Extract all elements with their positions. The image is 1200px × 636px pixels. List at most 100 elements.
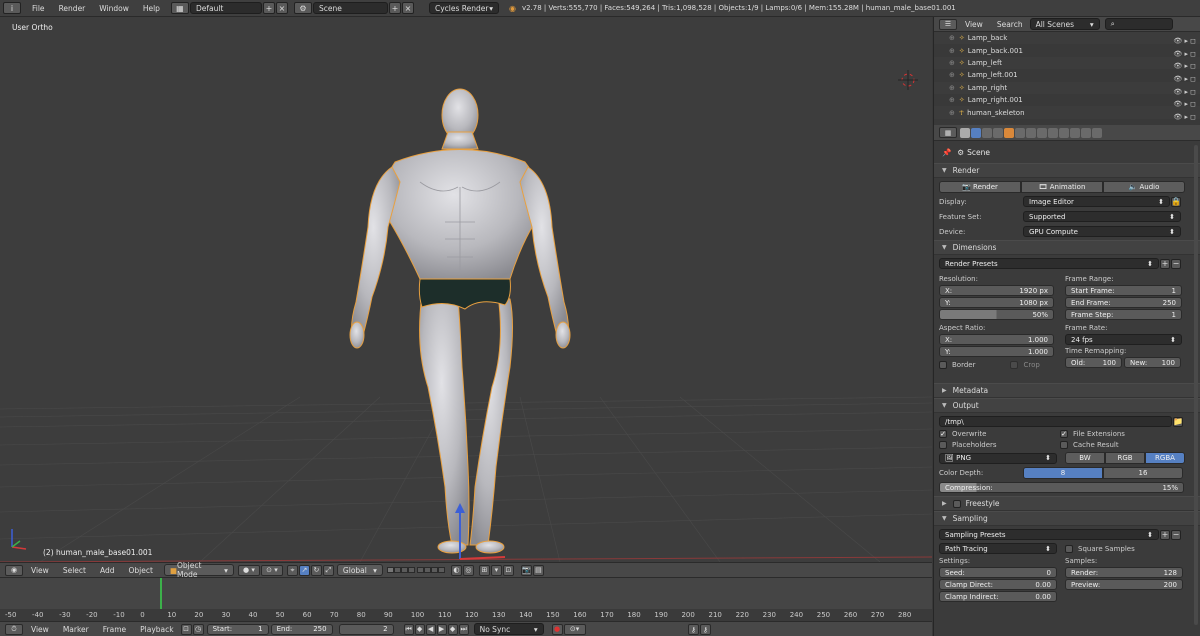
snap-target-icon[interactable]: ⊡ <box>502 564 514 576</box>
tab-bone-icon[interactable] <box>1048 127 1058 138</box>
lock-layers-icon[interactable]: ◐ <box>450 564 462 576</box>
layer-button[interactable] <box>386 567 394 573</box>
play-icon[interactable]: ▶ <box>436 623 447 635</box>
menu-object[interactable]: Object <box>128 566 152 575</box>
orientation-select[interactable]: Global ▾ <box>336 564 383 576</box>
end-frame-field[interactable]: End: 250 <box>270 623 333 635</box>
visibility-icon[interactable]: 👁 ▸ ◻ <box>1156 37 1196 45</box>
menu-view[interactable]: View <box>31 566 49 575</box>
translate-icon[interactable]: ↗ <box>298 564 310 576</box>
render-presets-select[interactable]: Render Presets ⬍ <box>939 258 1159 269</box>
x-axis-manipulator[interactable] <box>459 556 506 560</box>
preset-add-icon[interactable]: + <box>1160 529 1170 540</box>
panel-sampling-header[interactable]: ▼ Sampling <box>934 511 1200 526</box>
timeline-editor-icon[interactable]: ⏱ <box>5 623 23 635</box>
preset-remove-icon[interactable]: − <box>1171 258 1181 269</box>
compression-slider[interactable]: Compression: 15% <box>939 482 1184 493</box>
jump-start-icon[interactable]: ⏮ <box>403 623 414 635</box>
overwrite-checkbox[interactable]: ✓ <box>939 430 947 438</box>
depth-16-button[interactable]: 16 <box>1103 467 1183 479</box>
resolution-y-field[interactable]: Y: 1080 px <box>939 297 1054 308</box>
expand-icon[interactable]: ⊕ <box>949 34 955 42</box>
expand-icon[interactable]: ⊕ <box>949 109 955 117</box>
expand-icon[interactable]: ⊕ <box>949 71 955 79</box>
scene-select[interactable]: Scene <box>312 2 388 14</box>
visibility-icon[interactable]: 👁 ▸ ◻ <box>1156 75 1196 83</box>
jump-end-icon[interactable]: ⏭ <box>458 623 469 635</box>
layer-buttons[interactable] <box>386 567 445 573</box>
record-icon[interactable]: ● <box>551 623 563 635</box>
clamp-indirect-field[interactable]: Clamp Indirect: 0.00 <box>939 591 1057 602</box>
lock-icon[interactable]: 🔒 <box>1171 196 1181 207</box>
aspect-x-field[interactable]: X: 1.000 <box>939 334 1054 345</box>
sync-select[interactable]: No Sync ▾ <box>473 623 544 635</box>
depth-8-button[interactable]: 8 <box>1023 467 1103 479</box>
preset-remove-icon[interactable]: − <box>1171 529 1181 540</box>
feature-set-select[interactable]: Supported ⬍ <box>1023 211 1181 222</box>
visibility-icon[interactable]: 👁 ▸ ◻ <box>1156 62 1196 70</box>
jump-keyframe-fwd-icon[interactable]: ◆ <box>447 623 458 635</box>
output-path-input[interactable]: /tmp\ <box>939 416 1172 427</box>
panel-freestyle-header[interactable]: ▶ Freestyle <box>934 496 1200 511</box>
timeline-track[interactable] <box>0 578 932 609</box>
color-rgba-button[interactable]: RGBA <box>1145 452 1185 464</box>
tab-world-icon[interactable] <box>993 127 1003 138</box>
layout-remove-icon[interactable]: × <box>275 2 288 14</box>
jump-keyframe-back-icon[interactable]: ◆ <box>414 623 425 635</box>
panel-render-header[interactable]: ▼ Render <box>934 163 1200 178</box>
render-preview-icon[interactable]: 📷 <box>520 564 532 576</box>
square-samples-checkbox[interactable] <box>1065 544 1073 553</box>
layout-add-icon[interactable]: + <box>262 2 275 14</box>
menu-frame[interactable]: Frame <box>103 625 126 634</box>
sampling-presets-select[interactable]: Sampling Presets ⬍ <box>939 529 1159 540</box>
aspect-y-field[interactable]: Y: 1.000 <box>939 346 1054 357</box>
panel-output-header[interactable]: ▼ Output <box>934 398 1200 413</box>
panel-dimensions-header[interactable]: ▼ Dimensions <box>934 240 1200 255</box>
visibility-icon[interactable]: 👁 ▸ ◻ <box>1156 113 1196 121</box>
play-reverse-icon[interactable]: ◀ <box>425 623 436 635</box>
shading-select[interactable]: ● ▾ <box>237 564 260 576</box>
current-frame-field[interactable]: 2 <box>338 623 394 635</box>
pin-icon[interactable]: 📌 <box>942 148 951 157</box>
current-frame-indicator[interactable] <box>160 578 162 609</box>
scene-icon[interactable]: ⚙ <box>293 2 312 14</box>
resolution-percentage-slider[interactable]: 50% <box>939 309 1054 320</box>
tab-data-icon[interactable] <box>1037 127 1047 138</box>
outliner-editor-icon[interactable]: ☰ <box>939 18 957 30</box>
scale-icon[interactable]: ⤢ <box>322 564 334 576</box>
render-button[interactable]: 📷 Render <box>939 181 1021 193</box>
outliner-search-input[interactable]: ⌕ <box>1104 18 1173 30</box>
clock-icon[interactable]: ◷ <box>192 623 204 635</box>
human-model[interactable] <box>349 88 571 554</box>
remap-old-field[interactable]: Old: 100 <box>1065 357 1122 368</box>
layer-button[interactable] <box>416 567 424 573</box>
cache-result-checkbox[interactable] <box>1060 441 1068 449</box>
clamp-direct-field[interactable]: Clamp Direct: 0.00 <box>939 579 1057 590</box>
menu-select[interactable]: Select <box>63 566 86 575</box>
device-select[interactable]: GPU Compute ⬍ <box>1023 226 1181 237</box>
mode-select[interactable]: ■ Object Mode ▾ <box>163 561 234 579</box>
layout-select[interactable]: Default <box>189 2 262 14</box>
audio-button[interactable]: 🔈 Audio <box>1103 181 1185 193</box>
insert-keyframe-icon[interactable]: ⚷ <box>688 624 699 635</box>
editor-type-icon[interactable]: ◉ <box>5 564 23 576</box>
visibility-toggles[interactable]: 👁 ▸ ◻ 👁 ▸ ◻ 👁 ▸ ◻ 👁 ▸ ◻ 👁 ▸ ◻ 👁 ▸ ◻ 👁 ▸ … <box>1156 35 1196 123</box>
proportional-edit-icon[interactable]: ◎ <box>462 564 474 576</box>
file-extensions-checkbox[interactable]: ✓ <box>1060 430 1068 438</box>
expand-icon[interactable]: ⊕ <box>949 47 955 55</box>
info-editor-icon[interactable]: i <box>3 2 21 14</box>
preview-range-icon[interactable]: ⊡ <box>180 623 192 635</box>
preset-add-icon[interactable]: + <box>1160 258 1170 269</box>
menu-add[interactable]: Add <box>100 566 115 575</box>
delete-keyframe-icon[interactable]: ⚷ <box>700 624 711 635</box>
scene-add-icon[interactable]: + <box>388 2 401 14</box>
placeholders-checkbox[interactable] <box>939 441 947 449</box>
snap-icon[interactable]: ⊞ <box>478 564 490 576</box>
tab-render-layers-icon[interactable] <box>971 127 981 138</box>
display-mode-select[interactable]: All Scenes ▾ <box>1029 18 1100 30</box>
end-frame-field[interactable]: End Frame: 250 <box>1065 297 1182 308</box>
visibility-icon[interactable]: 👁 ▸ ◻ <box>1156 50 1196 58</box>
layer-button[interactable] <box>430 567 438 573</box>
3d-cursor-icon[interactable] <box>898 70 918 90</box>
expand-icon[interactable]: ⊕ <box>949 96 955 104</box>
